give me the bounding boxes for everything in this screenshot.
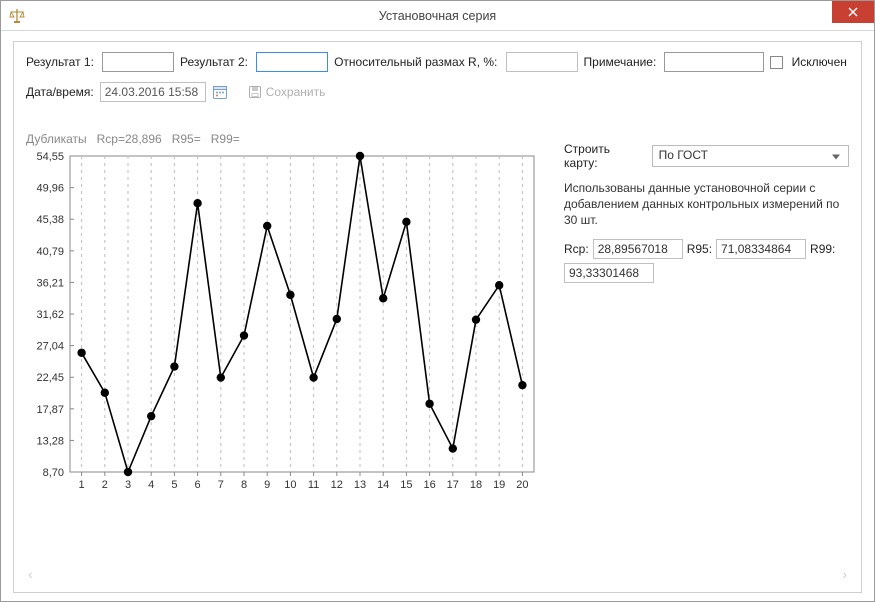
rcp-stat-label: Rcp:: [564, 242, 589, 256]
datetime-row: Дата/время: 24.03.2016 15:58: [26, 82, 849, 102]
svg-text:9: 9: [264, 479, 270, 491]
svg-text:3: 3: [125, 479, 131, 491]
r99-stat-label: R99:: [810, 242, 835, 256]
rcp-stat-value: 28,89567018: [593, 239, 683, 259]
calendar-icon[interactable]: [212, 84, 228, 100]
excluded-checkbox[interactable]: [770, 56, 783, 69]
chart-area: Дубликаты Rcp=28,896 R95= R99= 8,70 13,28…: [26, 132, 849, 562]
note-input[interactable]: [664, 52, 764, 72]
window-title: Установочная серия: [1, 9, 874, 23]
app-icon: [9, 8, 25, 24]
svg-text:14: 14: [377, 479, 389, 491]
rel-range-label: Относительный размах R, %:: [334, 55, 499, 69]
svg-text:19: 19: [493, 479, 505, 491]
content-area: Результат 1: Результат 2: Относительный …: [1, 31, 874, 601]
svg-text:54,55: 54,55: [36, 151, 64, 163]
save-button[interactable]: Сохранить: [248, 85, 326, 99]
stats-row: Rcp: 28,89567018 R95: 71,08334864 R99: 9…: [564, 239, 849, 283]
svg-text:11: 11: [308, 479, 319, 491]
svg-text:17: 17: [447, 479, 459, 491]
svg-text:36,21: 36,21: [36, 277, 64, 289]
svg-text:7: 7: [218, 479, 224, 491]
r95-stat-value: 71,08334864: [716, 239, 806, 259]
build-select[interactable]: По ГОСТ: [652, 145, 849, 167]
svg-text:13,28: 13,28: [36, 435, 64, 447]
datetime-output: 24.03.2016 15:58: [100, 82, 206, 102]
svg-text:20: 20: [516, 479, 528, 491]
chart-title: Дубликаты Rcp=28,896 R95= R99=: [26, 132, 546, 146]
svg-text:27,04: 27,04: [36, 341, 64, 353]
svg-text:5: 5: [171, 479, 177, 491]
svg-text:49,96: 49,96: [36, 183, 64, 195]
svg-text:10: 10: [284, 479, 296, 491]
save-icon: [248, 85, 262, 99]
result1-input[interactable]: [102, 52, 174, 72]
result2-input[interactable]: [256, 52, 328, 72]
main-panel: Результат 1: Результат 2: Относительный …: [13, 41, 862, 593]
note-label: Примечание:: [584, 55, 659, 69]
svg-text:40,79: 40,79: [36, 246, 64, 258]
svg-text:13: 13: [354, 479, 366, 491]
data-source-note: Использованы данные установочной серии с…: [564, 180, 849, 229]
svg-text:45,38: 45,38: [36, 214, 64, 226]
prev-arrow[interactable]: ‹: [28, 566, 33, 582]
svg-text:15: 15: [400, 479, 412, 491]
svg-text:16: 16: [423, 479, 435, 491]
svg-text:8: 8: [241, 479, 247, 491]
rel-range-output: [506, 52, 578, 72]
chart-left: Дубликаты Rcp=28,896 R95= R99= 8,70 13,28…: [26, 132, 546, 562]
result1-label: Результат 1:: [26, 55, 96, 69]
svg-text:8,70: 8,70: [43, 467, 64, 479]
inputs-row: Результат 1: Результат 2: Относительный …: [26, 52, 849, 72]
r99-stat-value: 93,33301468: [564, 263, 654, 283]
right-panel: Строить карту: По ГОСТ Использованы данн…: [564, 132, 849, 562]
bottom-nav: ‹ ›: [26, 562, 849, 586]
next-arrow[interactable]: ›: [842, 566, 847, 582]
app-window: Установочная серия Результат 1: Результа…: [0, 0, 875, 602]
svg-text:31,62: 31,62: [36, 309, 64, 321]
svg-text:2: 2: [102, 479, 108, 491]
build-select-value: По ГОСТ: [659, 148, 708, 162]
svg-text:6: 6: [195, 479, 201, 491]
svg-text:12: 12: [331, 479, 343, 491]
r95-stat-label: R95:: [687, 242, 712, 256]
svg-text:4: 4: [148, 479, 154, 491]
svg-text:18: 18: [470, 479, 482, 491]
svg-text:22,45: 22,45: [36, 372, 64, 384]
close-button[interactable]: [832, 1, 874, 23]
datetime-label: Дата/время:: [26, 85, 94, 99]
save-label: Сохранить: [266, 85, 326, 99]
result2-label: Результат 2:: [180, 55, 250, 69]
excluded-label: Исключен: [792, 55, 849, 69]
titlebar: Установочная серия: [1, 1, 874, 31]
svg-text:1: 1: [79, 479, 85, 491]
build-label: Строить карту:: [564, 142, 646, 170]
chart-plot: 8,70 13,28 17,87 22,45 27,04 31,62 36,21 40,79 4…: [26, 150, 546, 503]
svg-text:17,87: 17,87: [36, 404, 64, 416]
